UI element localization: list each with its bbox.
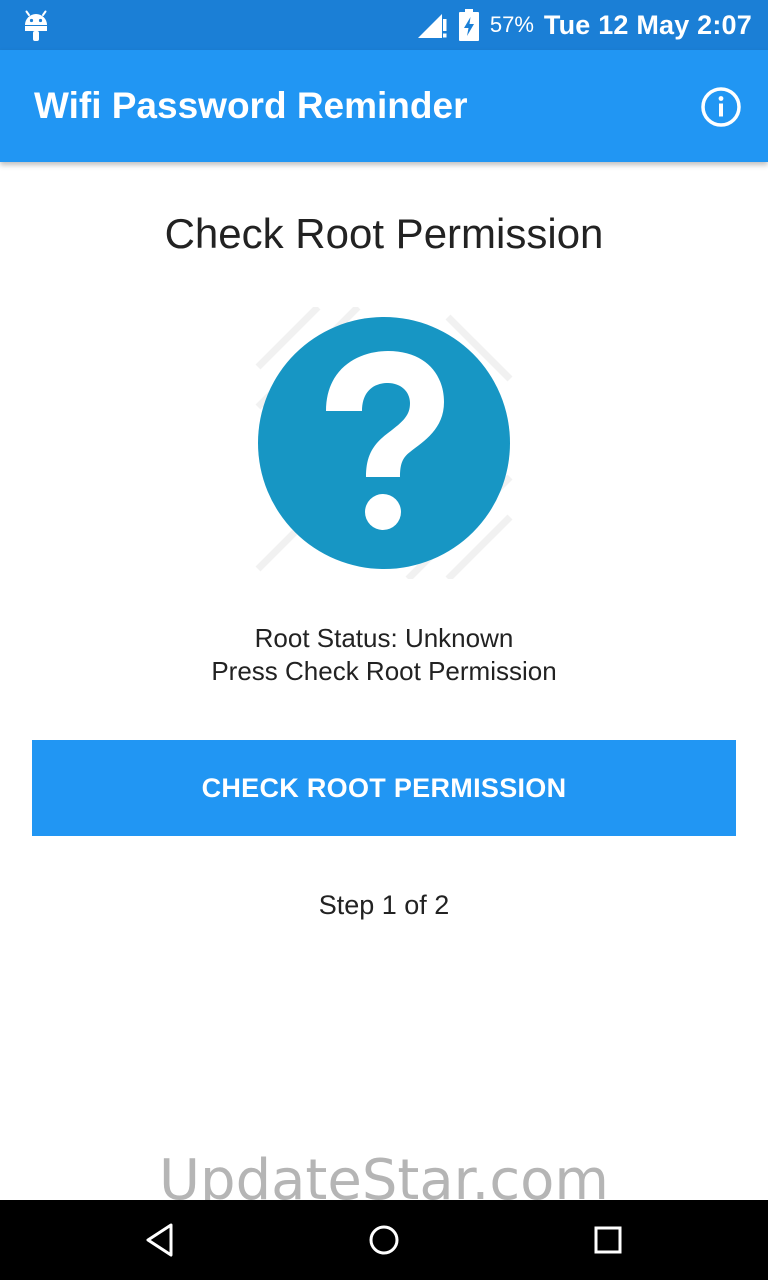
- back-icon[interactable]: [140, 1220, 180, 1260]
- battery-icon: [458, 9, 479, 41]
- question-mark-icon: [255, 307, 513, 579]
- page-title: Check Root Permission: [164, 210, 604, 257]
- battery-percentage: 57%: [489, 12, 534, 37]
- recents-icon[interactable]: [588, 1220, 628, 1260]
- root-instruction-line: Press Check Root Permission: [211, 656, 557, 686]
- check-root-permission-button[interactable]: CHECK ROOT PERMISSION: [32, 740, 736, 836]
- root-status-text: Root Status: Unknown Press Check Root Pe…: [0, 622, 768, 688]
- android-icon: [25, 10, 47, 41]
- root-status-line: Root Status: Unknown: [254, 623, 514, 653]
- navigation-bar: [0, 1200, 768, 1280]
- status-bar: 57% Tue 12 May 2:07: [0, 0, 768, 50]
- status-right-group: 57% Tue 12 May 2:07: [416, 0, 752, 50]
- app-bar: Wifi Password Reminder: [0, 50, 768, 162]
- step-indicator: Step 1 of 2: [318, 890, 450, 920]
- app-title: Wifi Password Reminder: [34, 85, 468, 126]
- home-icon[interactable]: [364, 1220, 404, 1260]
- status-datetime: Tue 12 May 2:07: [543, 9, 752, 40]
- signal-icon: [417, 14, 447, 38]
- main-content: Check Root Permission Root Status: Unkno…: [0, 162, 768, 1200]
- info-icon[interactable]: [700, 86, 742, 128]
